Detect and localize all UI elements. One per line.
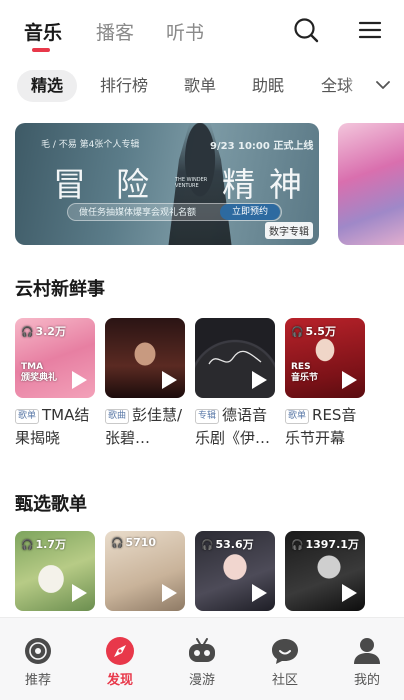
tab-audiobook[interactable]: 听书	[166, 18, 204, 45]
card-cover	[105, 318, 185, 398]
tab-music[interactable]: 音乐	[24, 18, 62, 45]
chip-featured[interactable]: 精选	[17, 70, 78, 102]
nav-label: 社区	[271, 673, 298, 688]
card-badge: 歌单	[285, 409, 310, 424]
play-icon[interactable]	[252, 371, 267, 389]
album-script-art	[208, 350, 262, 365]
album-banner[interactable]: 毛 / 不易 第4张个人专辑 9/23 10:00 正式上线 THE WINDE…	[15, 123, 319, 245]
play-icon[interactable]	[162, 584, 177, 602]
menu-icon[interactable]	[356, 16, 384, 44]
nav-item-community[interactable]: 社区	[250, 618, 320, 700]
card-overlay-text: TMA 颁奖典礼	[21, 362, 58, 383]
card-badge: 专辑	[195, 409, 220, 424]
top-bar: 音乐 播客 听书	[0, 0, 404, 60]
play-icon[interactable]	[342, 371, 357, 389]
card-caption: 专辑 德语音乐剧《伊…	[195, 406, 271, 447]
reserve-button[interactable]: 立即预约	[220, 204, 280, 220]
card-badge: 歌单	[15, 409, 40, 424]
next-banner[interactable]	[338, 123, 404, 245]
headphones-icon: 🎧	[21, 327, 34, 338]
headphones-icon: 🎧	[291, 540, 304, 551]
play-count: 🎧 5710	[111, 536, 157, 549]
chat-bubble-icon	[272, 639, 298, 664]
card-caption: 歌单 RES音乐节开幕	[285, 406, 357, 447]
card-caption: 歌曲 彭佳慧/张碧…	[105, 406, 183, 447]
nav-item-recommend[interactable]: 推荐	[3, 618, 73, 700]
card-cover: 🎧 5.5万 RES 音乐节	[285, 318, 365, 398]
play-count: 🎧 5.5万	[291, 325, 336, 338]
banner-title-2: 精神	[222, 165, 316, 204]
nav-label: 漫游	[188, 673, 215, 688]
card-cover: 🎧 1397.1万	[285, 531, 365, 611]
play-count: 🎧 3.2万	[21, 325, 66, 338]
radio-icon	[189, 638, 215, 662]
play-icon[interactable]	[162, 371, 177, 389]
card-overlay-text: RES 音乐节	[291, 362, 319, 383]
search-icon[interactable]	[292, 16, 320, 44]
nav-item-me[interactable]: 我的	[332, 618, 402, 700]
play-icon[interactable]	[342, 584, 357, 602]
play-count: 🎧 1397.1万	[291, 538, 359, 551]
active-tab-indicator	[32, 48, 50, 52]
headphones-icon: 🎧	[291, 327, 304, 338]
chip-playlists[interactable]: 歌单	[170, 70, 230, 102]
headphones-icon: 🎧	[201, 540, 214, 551]
headphones-icon: 🎧	[21, 540, 34, 551]
play-icon[interactable]	[252, 584, 267, 602]
play-count: 🎧 1.7万	[21, 538, 66, 551]
chip-sleep[interactable]: 助眠	[238, 70, 298, 102]
nav-label: 推荐	[24, 673, 51, 688]
nav-item-discover[interactable]: 发现	[85, 618, 155, 700]
card-cover: 🎧 3.2万 TMA 颁奖典礼	[15, 318, 95, 398]
card-cover: 🎧 5710	[105, 531, 185, 611]
play-icon[interactable]	[72, 584, 87, 602]
card-cover	[195, 318, 275, 398]
section-title-playlists: 甄选歌单	[15, 494, 87, 515]
play-count: 🎧 53.6万	[201, 538, 254, 551]
banner-promo-text: 做任务抽媒体爆享会观礼名额	[79, 208, 197, 218]
digital-album-tag: 数字专辑	[265, 222, 313, 239]
nav-item-roam[interactable]: 漫游	[167, 618, 237, 700]
nav-label: 我的	[353, 673, 380, 688]
headphones-icon: 🎧	[111, 538, 124, 549]
category-chips: 精选 排行榜 歌单 助眠 全球	[0, 68, 404, 104]
card-badge: 歌曲	[105, 409, 130, 424]
banner-artist-line: 毛 / 不易 第4张个人专辑	[41, 140, 140, 150]
banner-english-line: THE WINDER VENTURE	[175, 177, 208, 189]
chevron-down-icon[interactable]	[374, 76, 392, 94]
card-caption: 歌单 TMA结果揭晓	[15, 406, 90, 447]
banner-title: 冒险	[53, 165, 179, 204]
bottom-nav: 推荐 发现 漫游 社区 我的	[0, 617, 404, 700]
card-cover: 🎧 1.7万	[15, 531, 95, 611]
card-cover: 🎧 53.6万	[195, 531, 275, 611]
compass-icon	[106, 637, 134, 665]
vinyl-icon	[25, 638, 51, 664]
section-title-fresh: 云村新鲜事	[15, 279, 105, 300]
user-icon	[354, 638, 380, 664]
chip-charts[interactable]: 排行榜	[86, 70, 162, 102]
banner-release-line: 9/23 10:00 正式上线	[210, 141, 314, 152]
play-icon[interactable]	[72, 371, 87, 389]
nav-label: 发现	[106, 673, 133, 688]
tab-podcast[interactable]: 播客	[96, 18, 134, 45]
